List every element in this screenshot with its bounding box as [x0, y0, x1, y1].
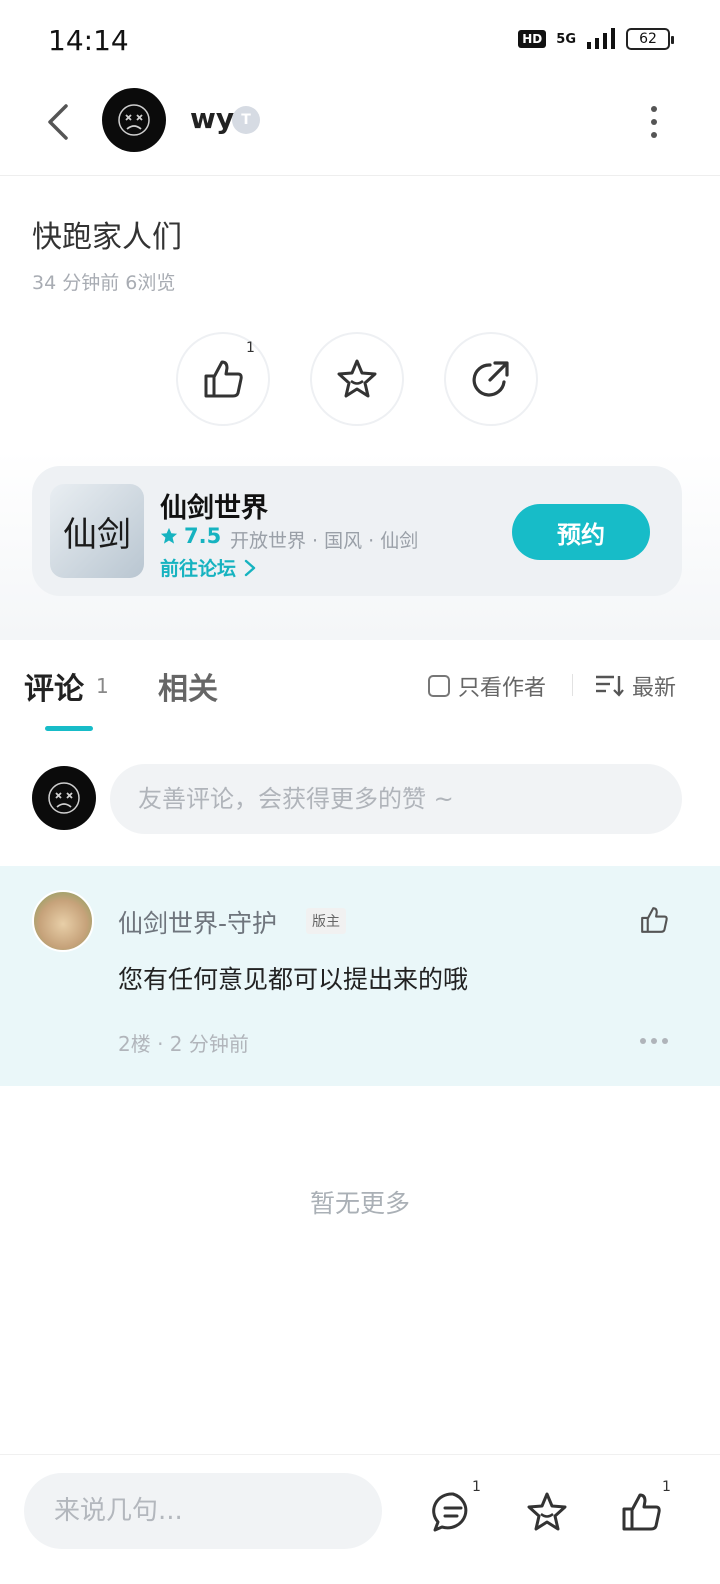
like-count: 1	[246, 340, 255, 356]
bottom-favorite-button[interactable]	[522, 1487, 572, 1537]
tab-comments[interactable]: 评论	[24, 664, 84, 708]
hd-icon: HD	[518, 30, 547, 48]
back-button[interactable]	[38, 100, 78, 144]
post-header: wy T	[0, 80, 720, 176]
comment-item[interactable]: 仙剑世界-守护 版主 您有任何意见都可以提出来的哦 2楼 · 2 分钟前	[0, 866, 720, 1086]
dot-icon	[651, 1038, 657, 1044]
level-badge: T	[232, 106, 260, 134]
only-author-toggle[interactable]: 只看作者	[428, 670, 546, 702]
bottom-like-button[interactable]	[616, 1487, 666, 1537]
checkbox-icon	[428, 675, 450, 697]
comment-input[interactable]	[110, 764, 682, 834]
sad-face-icon	[48, 782, 80, 814]
sad-face-icon	[118, 104, 150, 136]
status-bar: 14:14 HD 5G 62	[0, 0, 720, 80]
thumbs-up-icon	[622, 1493, 661, 1531]
thumbs-up-icon	[204, 360, 243, 398]
comments-button[interactable]	[428, 1487, 478, 1537]
bottom-bar: 1 1	[0, 1454, 720, 1584]
divider	[572, 674, 573, 696]
forum-link-label: 前往论坛	[160, 558, 237, 580]
signal-icon	[587, 28, 615, 49]
battery-icon: 62	[626, 28, 674, 50]
only-author-label: 只看作者	[458, 676, 547, 701]
dot-icon	[651, 106, 657, 112]
comment-more-button[interactable]	[640, 1038, 668, 1044]
bottom-comment-input[interactable]	[24, 1473, 382, 1549]
post-meta: 34 分钟前 6浏览	[32, 272, 176, 294]
game-icon[interactable]: 仙剑	[50, 484, 144, 578]
comment-bubble-icon	[432, 1492, 468, 1532]
battery-level: 62	[639, 31, 657, 47]
star-icon	[337, 359, 377, 398]
reserve-button[interactable]: 预约	[512, 504, 650, 560]
sort-label: 最新	[632, 676, 677, 701]
share-icon	[472, 361, 509, 397]
dot-icon	[651, 132, 657, 138]
author-name[interactable]: wy	[190, 102, 234, 135]
like-button[interactable]	[176, 332, 270, 426]
star-filled-icon	[160, 527, 178, 544]
bottom-like-count: 1	[662, 1479, 671, 1495]
comment-meta: 2楼 · 2 分钟前	[118, 1032, 249, 1056]
comment-text: 您有任何意见都可以提出来的哦	[118, 965, 469, 994]
tab-related[interactable]: 相关	[158, 664, 218, 708]
sort-button[interactable]: 最新	[594, 670, 676, 702]
game-rating: 7.5	[160, 524, 221, 548]
game-icon-calligraphy: 仙剑	[63, 514, 131, 555]
chevron-right-icon	[244, 559, 256, 576]
game-card[interactable]: 仙剑 仙剑世界 7.5 开放世界 · 国风 · 仙剑 前往论坛 预约	[32, 466, 682, 596]
status-time: 14:14	[48, 24, 129, 57]
commenter-name[interactable]: 仙剑世界-守护	[118, 904, 277, 940]
share-button[interactable]	[444, 332, 538, 426]
bottom-comment-count: 1	[472, 1479, 481, 1495]
author-avatar[interactable]	[102, 88, 166, 152]
dot-icon	[651, 119, 657, 125]
favorite-button[interactable]	[310, 332, 404, 426]
comment-count: 1	[96, 674, 109, 698]
star-icon	[527, 1492, 567, 1531]
comment-like-button[interactable]	[636, 902, 672, 938]
more-options-button[interactable]	[640, 102, 668, 142]
active-tab-indicator	[45, 726, 93, 731]
post-title: 快跑家人们	[32, 220, 182, 255]
game-tags: 开放世界 · 国风 · 仙剑	[230, 530, 419, 552]
forum-link[interactable]: 前往论坛	[160, 554, 256, 581]
moderator-badge: 版主	[306, 908, 346, 934]
current-user-avatar[interactable]	[32, 766, 96, 830]
chevron-left-icon	[48, 104, 68, 140]
sort-icon	[596, 675, 624, 697]
dot-icon	[662, 1038, 668, 1044]
dot-icon	[640, 1038, 646, 1044]
no-more-label: 暂无更多	[309, 1189, 410, 1218]
game-name[interactable]: 仙剑世界	[160, 486, 268, 525]
status-icons: HD 5G 62	[518, 28, 674, 50]
rating-value: 7.5	[184, 524, 222, 548]
network-label: 5G	[556, 31, 576, 47]
commenter-avatar[interactable]	[32, 890, 94, 952]
thumbs-up-icon	[641, 907, 668, 933]
